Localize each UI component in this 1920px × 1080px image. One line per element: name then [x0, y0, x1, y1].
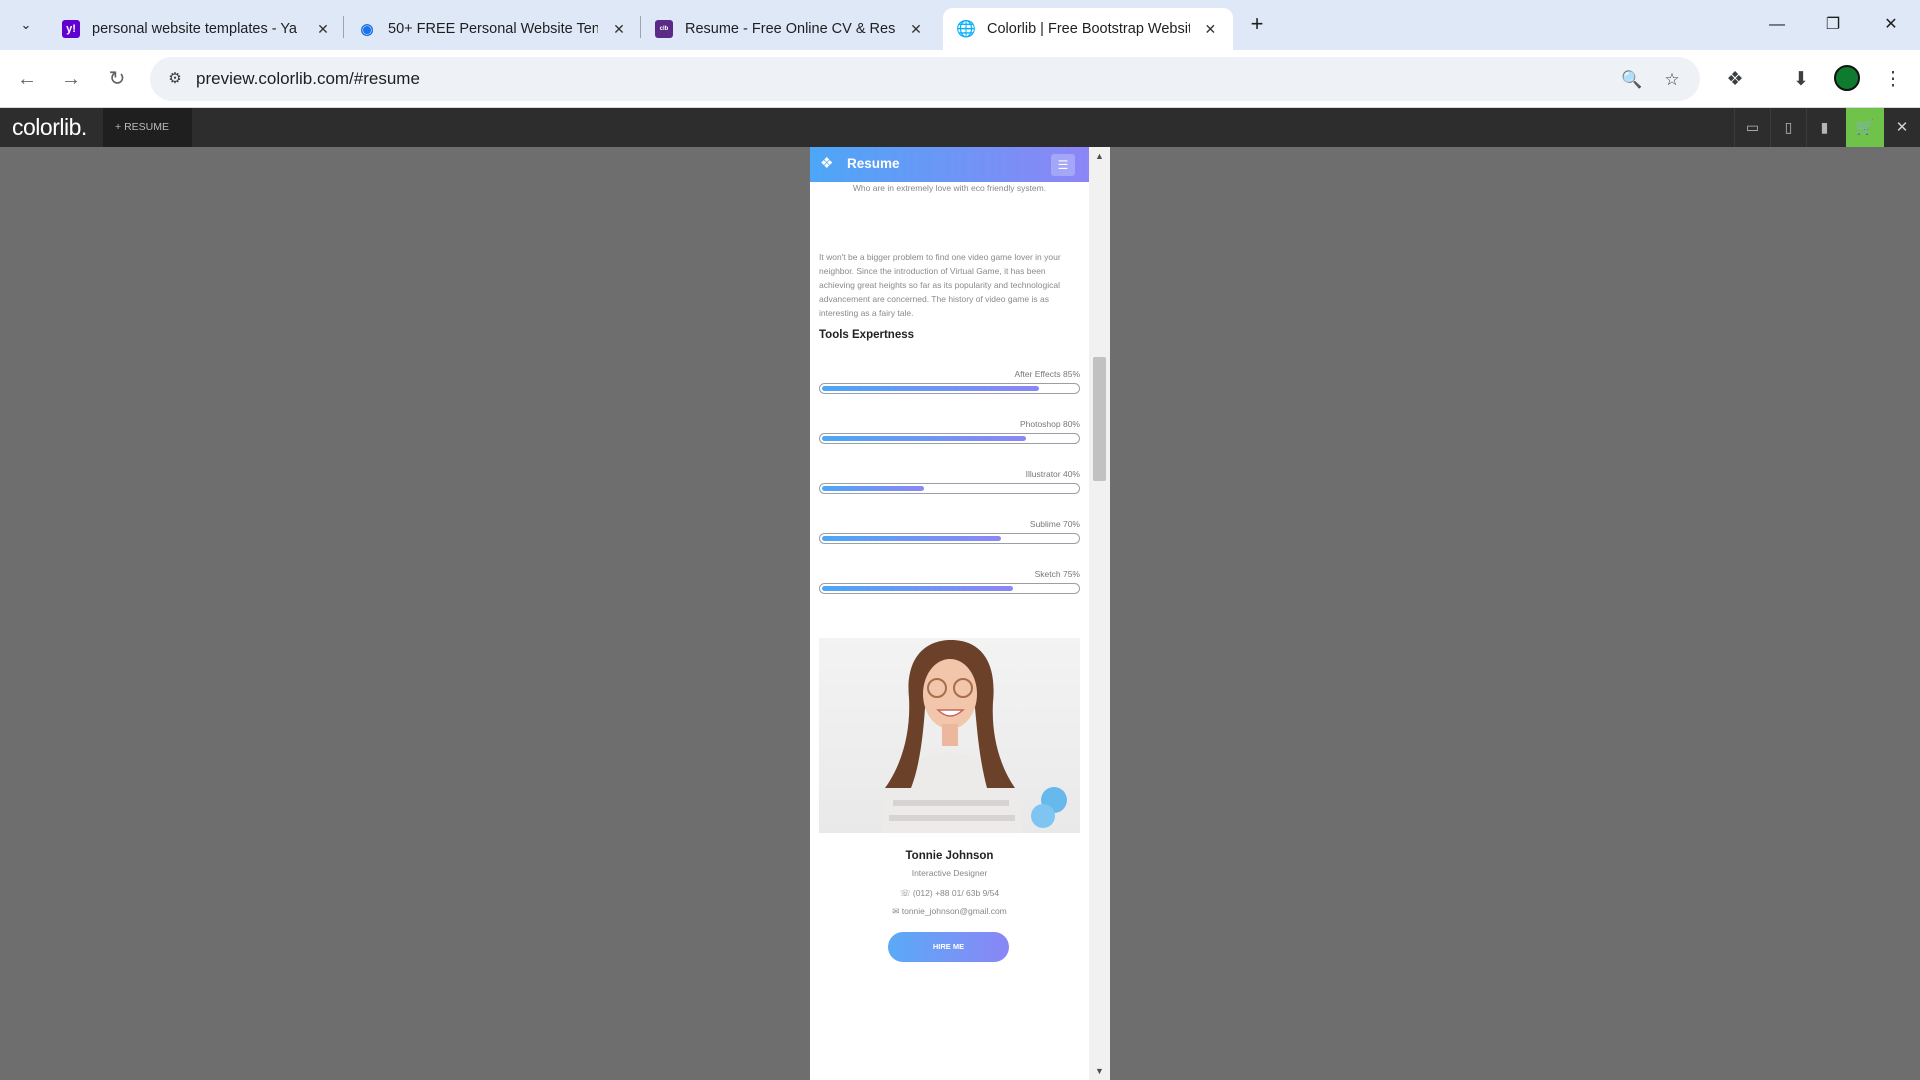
arrow-right-icon: → — [61, 68, 81, 90]
progress-track — [819, 583, 1080, 594]
zoom-icon[interactable]: 🔍 — [1620, 68, 1644, 92]
phone-text: (012) +88 01/ 63b 9/54 — [912, 888, 1000, 898]
phone-icon: ☏ — [899, 888, 911, 898]
close-icon[interactable]: ✕ — [314, 21, 332, 38]
profile-name: Tonnie Johnson — [905, 850, 994, 862]
cart-icon: 🛒 — [1855, 119, 1875, 136]
template-select-label: RESUME — [124, 121, 169, 133]
scroll-up-icon[interactable]: ▲ — [1089, 149, 1110, 163]
progress-track — [819, 483, 1080, 494]
tab-colorlib-active[interactable]: 🌐 Colorlib | Free Bootstrap Websit ✕ — [943, 8, 1233, 50]
diamond-logo-icon: ❖ — [820, 155, 834, 172]
close-icon[interactable]: ✕ — [610, 21, 628, 38]
skill-item: Illustrator 40% — [819, 469, 1080, 503]
tagline: Who are in extremely love with eco frien… — [852, 183, 1047, 193]
progress-track — [819, 433, 1080, 444]
tab-search-button[interactable]: ⌄ — [12, 11, 40, 39]
email-text[interactable]: tonnie_johnson@gmail.com — [902, 906, 1007, 916]
yahoo-icon: y! — [62, 20, 80, 38]
close-icon[interactable]: ✕ — [1202, 21, 1219, 38]
skill-item: Photoshop 80% — [819, 419, 1080, 453]
back-button[interactable]: ← — [14, 66, 40, 92]
tablet-icon: ▯ — [1784, 119, 1793, 135]
chevron-down-icon: ⌄ — [20, 17, 32, 32]
hire-me-button[interactable]: HIRE ME — [888, 932, 1009, 962]
tablet-view-button[interactable]: ▯ — [1770, 108, 1806, 147]
skill-label: After Effects 85% — [1014, 369, 1080, 379]
scrollbar-thumb[interactable] — [1093, 357, 1106, 481]
tools-title: Tools Expertness — [819, 329, 915, 341]
bookmark-star-icon[interactable]: ☆ — [1660, 68, 1684, 92]
progress-fill — [822, 486, 924, 491]
extensions-icon[interactable]: ❖ — [1722, 67, 1748, 93]
site-brand[interactable]: Resume — [847, 156, 900, 171]
url-text[interactable]: preview.colorlib.com/#resume — [196, 69, 420, 89]
progress-track — [819, 383, 1080, 394]
mobile-icon: ▮ — [1820, 119, 1829, 135]
address-bar[interactable]: ⚙ preview.colorlib.com/#resume 🔍 ☆ — [150, 57, 1700, 101]
skill-item: Sublime 70% — [819, 519, 1080, 553]
progress-fill — [822, 436, 1026, 441]
scrollbar[interactable]: ▲ ▼ — [1089, 147, 1110, 1080]
tab-yahoo[interactable]: y! personal website templates - Ya ✕ — [48, 8, 346, 50]
window-close-button[interactable]: ✕ — [1868, 10, 1914, 40]
close-preview-button[interactable]: ✕ — [1884, 108, 1920, 147]
skill-label: Sketch 75% — [1034, 569, 1080, 579]
progress-fill — [822, 536, 1001, 541]
profile-photo-illustration — [881, 640, 1067, 833]
about-paragraph: It won't be a bigger problem to find one… — [819, 252, 1061, 318]
template-select[interactable]: + RESUME — [103, 108, 192, 147]
skill-label: Illustrator 40% — [1025, 469, 1080, 479]
forward-button[interactable]: → — [58, 66, 84, 92]
restore-button[interactable]: ❐ — [1810, 10, 1856, 40]
tab-templates[interactable]: ◉ 50+ FREE Personal Website Ten ✕ — [344, 8, 642, 50]
reload-icon: ↻ — [108, 68, 126, 90]
download-icon[interactable]: ⬇ — [1788, 67, 1814, 93]
profile-card: Tonnie Johnson Interactive Designer ☏ (0… — [819, 833, 1080, 973]
mobile-view-button[interactable]: ▮ — [1806, 108, 1842, 147]
tab-title: Colorlib | Free Bootstrap Websit — [987, 21, 1190, 37]
site-settings-icon[interactable]: ⚙ — [164, 68, 186, 90]
tab-title: 50+ FREE Personal Website Ten — [388, 21, 598, 37]
mobile-preview-frame: ❖ Resume ☰ Who are in extremely love wit… — [810, 147, 1110, 1080]
plus-icon: + — [115, 121, 125, 133]
buy-button[interactable]: 🛒 — [1846, 108, 1884, 147]
minimize-button[interactable]: — — [1754, 10, 1800, 40]
reload-button[interactable]: ↻ — [104, 66, 130, 92]
tab-strip: ⌄ y! personal website templates - Ya ✕ ◉… — [0, 0, 1920, 50]
desktop-view-button[interactable]: ▭ — [1734, 108, 1770, 147]
preview-bar: colorlib. + RESUME ▭ ▯ ▮ 🛒 ✕ — [0, 108, 1920, 147]
profile-role: Interactive Designer — [911, 868, 988, 878]
avatar[interactable] — [1834, 65, 1860, 91]
new-tab-button[interactable]: + — [1244, 12, 1270, 38]
close-icon: ✕ — [1895, 119, 1909, 136]
mail-icon: ✉ — [892, 906, 900, 916]
skill-item: Sketch 75% — [819, 569, 1080, 603]
progress-fill — [822, 386, 1039, 391]
browser-toolbar: ← → ↻ ⚙ preview.colorlib.com/#resume 🔍 ☆… — [0, 50, 1920, 108]
site-header: ❖ Resume ☰ — [810, 147, 1089, 182]
close-icon[interactable]: ✕ — [907, 21, 925, 38]
tab-title: personal website templates - Ya — [92, 21, 297, 37]
globe-icon: 🌐 — [956, 21, 976, 38]
profile-email: ✉ tonnie_johnson@gmail.com — [819, 906, 1080, 917]
scroll-down-icon[interactable]: ▼ — [1089, 1064, 1110, 1078]
progress-fill — [822, 586, 1014, 591]
profile-photo — [819, 638, 1080, 833]
desktop-icon: ▭ — [1745, 119, 1760, 135]
arrow-left-icon: ← — [17, 68, 37, 90]
colorlib-logo[interactable]: colorlib. — [12, 114, 87, 141]
skill-item: After Effects 85% — [819, 369, 1080, 403]
eye-icon: ◉ — [360, 21, 374, 38]
profile-phone: ☏ (012) +88 01/ 63b 9/54 — [819, 888, 1080, 899]
more-menu-icon[interactable]: ⋮ — [1880, 67, 1906, 93]
colorlib-icon: clb — [655, 20, 673, 38]
progress-track — [819, 533, 1080, 544]
skill-label: Sublime 70% — [1029, 519, 1080, 529]
tab-title: Resume - Free Online CV & Res — [685, 21, 895, 37]
skill-label: Photoshop 80% — [1019, 419, 1080, 429]
tab-resume[interactable]: clb Resume - Free Online CV & Res ✕ — [641, 8, 939, 50]
hamburger-menu-icon[interactable]: ☰ — [1051, 154, 1075, 176]
